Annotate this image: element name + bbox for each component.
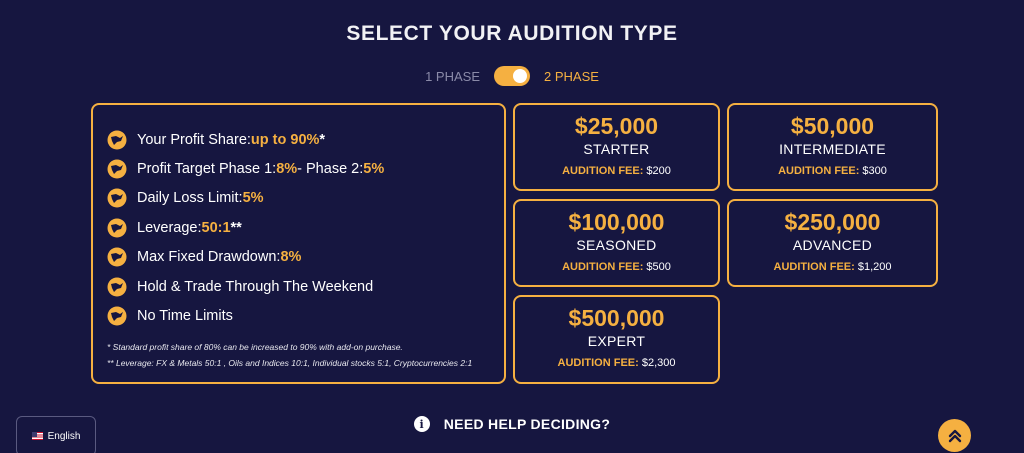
feature-max-drawdown: Max Fixed Drawdown: 8% [107,243,490,272]
fee-value: $500 [643,261,671,273]
feature-daily-loss: Daily Loss Limit: 5% [107,184,490,213]
phase-option-1[interactable]: 1 PHASE [425,69,480,84]
plan-card-advanced[interactable]: $250,000 ADVANCED AUDITION FEE: $1,200 [727,199,938,287]
feature-label: Max Fixed Drawdown: [137,249,281,266]
feature-highlight: 50:1 [201,219,231,236]
us-flag-icon [31,432,43,440]
feature-weekend: Hold & Trade Through The Weekend [107,272,490,301]
fee-label: AUDITION FEE: [557,357,639,369]
plan-card-seasoned[interactable]: $100,000 SEASONED AUDITION FEE: $500 [513,199,720,287]
fee-value: $300 [859,165,887,177]
bull-logo-icon [107,130,127,150]
plan-card-expert[interactable]: $500,000 EXPERT AUDITION FEE: $2,300 [513,295,720,384]
features-panel: Your Profit Share: up to 90% * Profit Ta… [91,103,506,384]
feature-highlight: 5% [242,190,264,207]
help-text: NEED HELP DECIDING? [443,416,611,432]
plan-amount: $100,000 [568,209,665,235]
feature-label: Your Profit Share: [137,131,251,148]
phase-option-2[interactable]: 2 PHASE [544,69,599,84]
feature-highlight: 8% [280,249,302,266]
phase-toggle-row: 1 PHASE 2 PHASE [0,66,1024,86]
feature-label: Leverage: [137,219,202,236]
footnote-leverage: ** Leverage: FX & Metals 50:1 , Oils and… [107,357,473,368]
bull-logo-icon [107,159,127,179]
plan-tier: SEASONED [576,237,657,253]
bull-logo-icon [107,218,127,238]
feature-highlight: 8% [276,161,298,178]
bull-logo-icon [107,188,127,208]
plan-fee: AUDITION FEE: $1,200 [729,261,936,273]
plan-fee: AUDITION FEE: $300 [729,165,936,177]
bull-logo-icon [107,247,127,267]
feature-suffix: * [319,131,326,148]
feature-leverage: Leverage: 50:1 ** [107,213,490,242]
feature-profit-target: Profit Target Phase 1: 8% - Phase 2: 5% [107,154,490,183]
bull-logo-icon [107,306,127,326]
plan-tier: ADVANCED [792,237,873,253]
feature-profit-share: Your Profit Share: up to 90% * [107,125,490,154]
feature-suffix: ** [230,219,242,236]
plan-amount: $500,000 [568,305,665,331]
fee-label: AUDITION FEE: [562,165,644,177]
plan-tier: INTERMEDIATE [779,141,886,157]
chevron-up-icon [948,429,961,442]
feature-middle: - Phase 2: [297,161,364,178]
plan-amount: $250,000 [784,209,881,235]
plan-card-intermediate[interactable]: $50,000 INTERMEDIATE AUDITION FEE: $300 [727,103,938,191]
plan-amount: $50,000 [790,113,875,139]
scroll-to-top-button[interactable] [938,419,971,452]
phase-toggle-switch[interactable] [494,66,530,86]
plan-fee: AUDITION FEE: $500 [515,261,718,273]
footnotes: * Standard profit share of 80% can be in… [107,339,490,371]
footnote-profit-share: * Standard profit share of 80% can be in… [107,341,403,352]
bull-logo-icon [107,277,127,297]
page-title: SELECT YOUR AUDITION TYPE [346,22,678,45]
plan-tier: EXPERT [587,333,646,349]
plan-fee: AUDITION FEE: $2,300 [515,357,718,369]
fee-value: $2,300 [638,357,676,369]
feature-no-time-limits: No Time Limits [107,301,490,330]
plan-fee: AUDITION FEE: $200 [515,165,718,177]
toggle-knob [513,69,527,83]
feature-label: Daily Loss Limit: [137,190,243,207]
info-icon: i [413,416,430,432]
help-deciding[interactable]: i NEED HELP DECIDING? [0,416,1024,432]
feature-highlight: up to 90% [250,131,320,148]
fee-value: $200 [643,165,671,177]
plan-tier: STARTER [583,141,650,157]
language-label: English [47,430,81,442]
feature-highlight-2: 5% [363,161,385,178]
fee-label: AUDITION FEE: [778,165,860,177]
fee-value: $1,200 [854,261,892,273]
fee-label: AUDITION FEE: [562,261,644,273]
feature-label: Profit Target Phase 1: [137,161,277,178]
feature-label: Hold & Trade Through The Weekend [137,278,374,295]
plan-amount: $25,000 [574,113,659,139]
feature-label: No Time Limits [137,308,233,325]
fee-label: AUDITION FEE: [773,261,855,273]
plan-card-starter[interactable]: $25,000 STARTER AUDITION FEE: $200 [513,103,720,191]
